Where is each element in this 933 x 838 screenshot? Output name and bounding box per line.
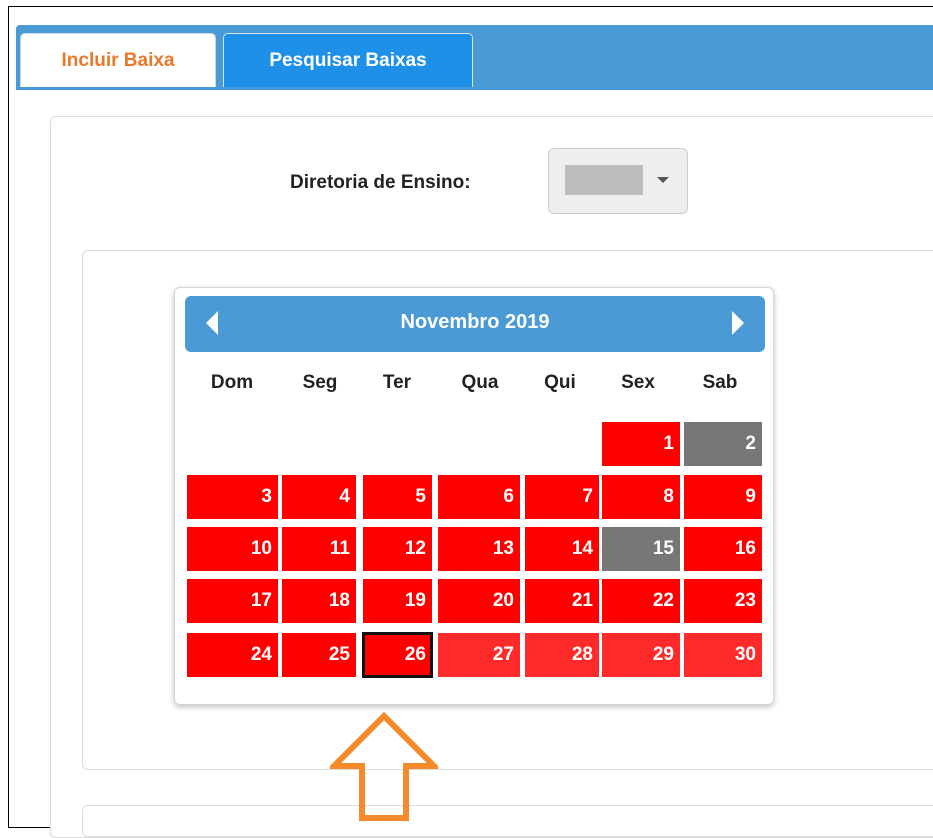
lower-panel xyxy=(82,805,933,837)
datepicker-month-title: Novembro 2019 xyxy=(400,311,550,333)
diretoria-select-value xyxy=(565,165,643,195)
day-cell-8[interactable]: 8 xyxy=(601,474,681,520)
datepicker: Novembro 2019 Dom Seg Ter Qua Qui Sex Sab 1234… xyxy=(174,287,774,705)
day-cell-17[interactable]: 17 xyxy=(186,578,279,624)
day-cell-6[interactable]: 6 xyxy=(437,474,521,520)
day-cell-24[interactable]: 24 xyxy=(186,632,279,678)
weekday-seg: Seg xyxy=(302,372,338,393)
arrow-up-icon xyxy=(330,712,438,821)
day-cell-3[interactable]: 3 xyxy=(186,474,279,520)
day-cell-18[interactable]: 18 xyxy=(281,578,357,624)
day-cell-29[interactable]: 29 xyxy=(601,632,681,678)
tab-pesquisar-baixas[interactable]: Pesquisar Baixas xyxy=(223,33,473,87)
day-cell-1[interactable]: 1 xyxy=(601,421,681,467)
day-cell-27[interactable]: 27 xyxy=(437,632,521,678)
weekday-ter: Ter xyxy=(382,372,412,393)
weekday-qua: Qua xyxy=(461,372,499,393)
day-cell-20[interactable]: 20 xyxy=(437,578,521,624)
weekday-sab: Sab xyxy=(702,372,738,393)
tab-incluir-baixa[interactable]: Incluir Baixa xyxy=(20,33,216,87)
day-cell-30[interactable]: 30 xyxy=(683,632,763,678)
day-cell-19[interactable]: 19 xyxy=(362,578,433,624)
chevron-right-icon[interactable] xyxy=(723,306,753,340)
day-cell-11[interactable]: 11 xyxy=(281,526,357,572)
day-cell-28[interactable]: 28 xyxy=(524,632,600,678)
diretoria-select[interactable] xyxy=(548,148,688,214)
day-cell-21[interactable]: 21 xyxy=(524,578,600,624)
day-cell-15[interactable]: 15 xyxy=(601,526,681,572)
datepicker-header: Novembro 2019 xyxy=(185,296,765,352)
caret-down-icon xyxy=(657,177,669,183)
day-cell-14[interactable]: 14 xyxy=(524,526,600,572)
day-cell-22[interactable]: 22 xyxy=(601,578,681,624)
weekday-dom: Dom xyxy=(210,372,254,393)
day-cell-26[interactable]: 26 xyxy=(362,632,433,678)
day-cell-9[interactable]: 9 xyxy=(683,474,763,520)
day-cell-12[interactable]: 12 xyxy=(362,526,433,572)
weekday-qui: Qui xyxy=(544,372,576,393)
day-cell-23[interactable]: 23 xyxy=(683,578,763,624)
day-cell-4[interactable]: 4 xyxy=(281,474,357,520)
day-cell-13[interactable]: 13 xyxy=(437,526,521,572)
day-cell-16[interactable]: 16 xyxy=(683,526,763,572)
day-cell-2[interactable]: 2 xyxy=(683,421,763,467)
day-cell-25[interactable]: 25 xyxy=(281,632,357,678)
diretoria-label: Diretoria de Ensino: xyxy=(290,172,471,193)
day-cell-5[interactable]: 5 xyxy=(362,474,433,520)
day-cell-7[interactable]: 7 xyxy=(524,474,600,520)
day-cell-10[interactable]: 10 xyxy=(186,526,279,572)
weekday-sex: Sex xyxy=(621,372,655,393)
